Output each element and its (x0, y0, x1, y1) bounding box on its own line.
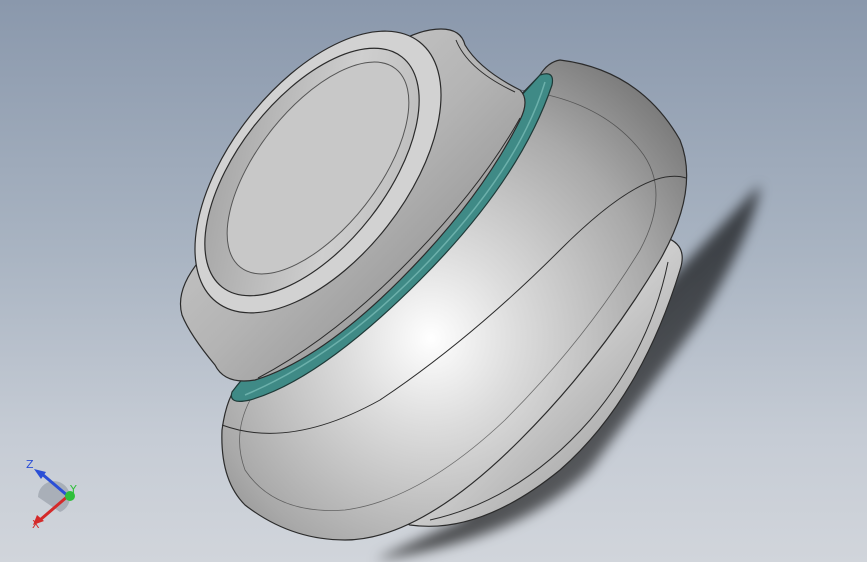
bearing-model-3d[interactable] (0, 0, 867, 562)
z-axis-label: Z (26, 458, 34, 471)
graphics-viewport[interactable]: Z Y X (0, 0, 867, 562)
y-axis-label: Y (69, 483, 77, 496)
x-axis-label: X (32, 518, 40, 531)
axis-triad: Z Y X (26, 458, 77, 531)
